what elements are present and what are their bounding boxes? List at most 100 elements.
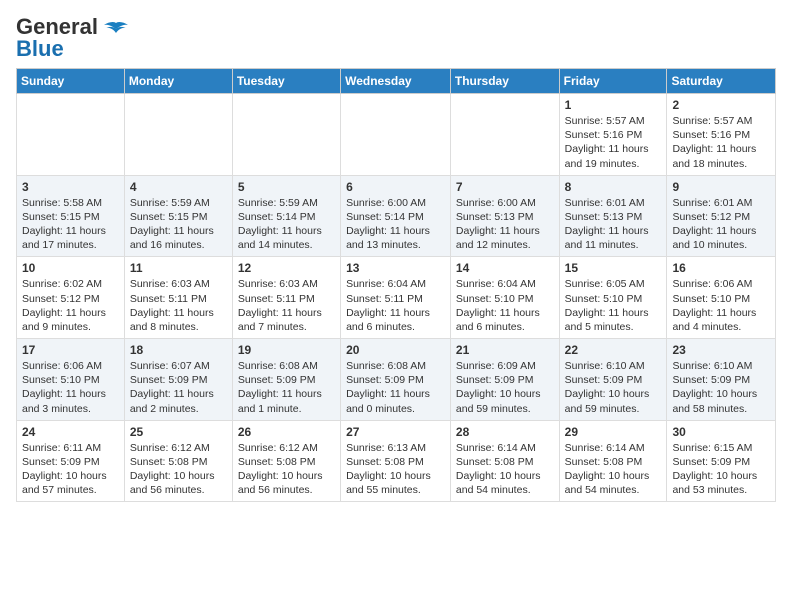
calendar-cell: 11Sunrise: 6:03 AMSunset: 5:11 PMDayligh… xyxy=(124,257,232,339)
day-number: 29 xyxy=(565,425,662,439)
daylight-text: Daylight: 11 hours and 4 minutes. xyxy=(672,306,770,334)
sunset-text: Sunset: 5:08 PM xyxy=(238,455,335,469)
sunrise-text: Sunrise: 6:08 AM xyxy=(346,359,445,373)
weekday-header-wednesday: Wednesday xyxy=(341,69,451,94)
day-number: 26 xyxy=(238,425,335,439)
day-number: 22 xyxy=(565,343,662,357)
daylight-text: Daylight: 10 hours and 58 minutes. xyxy=(672,387,770,415)
daylight-text: Daylight: 11 hours and 5 minutes. xyxy=(565,306,662,334)
sunset-text: Sunset: 5:08 PM xyxy=(130,455,227,469)
sunrise-text: Sunrise: 6:06 AM xyxy=(672,277,770,291)
calendar-cell xyxy=(232,94,340,176)
calendar-cell: 25 Sunrise: 6:12 AMSunset: 5:08 PMDayligh… xyxy=(124,420,232,502)
daylight-text: Daylight: 11 hours and 19 minutes. xyxy=(565,142,662,170)
sunrise-text: Sunrise: 5:59 AM xyxy=(238,196,335,210)
day-number: 1 xyxy=(565,98,662,112)
calendar-cell xyxy=(124,94,232,176)
daylight-text: Daylight: 11 hours and 6 minutes. xyxy=(456,306,554,334)
calendar-cell: 18Sunrise: 6:07 AMSunset: 5:09 PMDayligh… xyxy=(124,339,232,421)
calendar-cell: 21Sunrise: 6:09 AMSunset: 5:09 PMDayligh… xyxy=(450,339,559,421)
daylight-text: Daylight: 11 hours and 13 minutes. xyxy=(346,224,445,252)
calendar-cell: 27 Sunrise: 6:13 AMSunset: 5:08 PMDayligh… xyxy=(341,420,451,502)
sunrise-text: Sunrise: 6:11 AM xyxy=(22,441,119,455)
week-row-1: 1Sunrise: 5:57 AMSunset: 5:16 PMDaylight… xyxy=(17,94,776,176)
calendar-cell: 28Sunrise: 6:14 AMSunset: 5:08 PMDayligh… xyxy=(450,420,559,502)
weekday-header-monday: Monday xyxy=(124,69,232,94)
sunset-text: Sunset: 5:13 PM xyxy=(456,210,554,224)
sunrise-text: Sunrise: 6:12 AM xyxy=(130,441,227,455)
sunset-text: Sunset: 5:08 PM xyxy=(346,455,445,469)
sunrise-text: Sunrise: 6:01 AM xyxy=(672,196,770,210)
sunset-text: Sunset: 5:11 PM xyxy=(346,292,445,306)
day-number: 27 xyxy=(346,425,445,439)
day-number: 2 xyxy=(672,98,770,112)
day-number: 24 xyxy=(22,425,119,439)
daylight-text: Daylight: 11 hours and 16 minutes. xyxy=(130,224,227,252)
sunset-text: Sunset: 5:09 PM xyxy=(565,373,662,387)
calendar-cell: 19Sunrise: 6:08 AMSunset: 5:09 PMDayligh… xyxy=(232,339,340,421)
logo-bird-icon xyxy=(102,21,130,43)
weekday-header-saturday: Saturday xyxy=(667,69,776,94)
weekday-header-friday: Friday xyxy=(559,69,667,94)
day-number: 23 xyxy=(672,343,770,357)
calendar-cell: 6Sunrise: 6:00 AMSunset: 5:14 PMDaylight… xyxy=(341,175,451,257)
sunrise-text: Sunrise: 5:59 AM xyxy=(130,196,227,210)
daylight-text: Daylight: 11 hours and 6 minutes. xyxy=(346,306,445,334)
daylight-text: Daylight: 11 hours and 18 minutes. xyxy=(672,142,770,170)
weekday-header-thursday: Thursday xyxy=(450,69,559,94)
sunset-text: Sunset: 5:10 PM xyxy=(456,292,554,306)
day-number: 13 xyxy=(346,261,445,275)
daylight-text: Daylight: 11 hours and 7 minutes. xyxy=(238,306,335,334)
calendar-cell: 17Sunrise: 6:06 AMSunset: 5:10 PMDayligh… xyxy=(17,339,125,421)
daylight-text: Daylight: 11 hours and 3 minutes. xyxy=(22,387,119,415)
sunset-text: Sunset: 5:10 PM xyxy=(565,292,662,306)
daylight-text: Daylight: 11 hours and 9 minutes. xyxy=(22,306,119,334)
sunset-text: Sunset: 5:09 PM xyxy=(672,373,770,387)
sunset-text: Sunset: 5:14 PM xyxy=(238,210,335,224)
day-number: 10 xyxy=(22,261,119,275)
sunrise-text: Sunrise: 6:04 AM xyxy=(456,277,554,291)
calendar-cell: 26Sunrise: 6:12 AMSunset: 5:08 PMDayligh… xyxy=(232,420,340,502)
day-number: 3 xyxy=(22,180,119,194)
calendar-cell xyxy=(17,94,125,176)
sunrise-text: Sunrise: 6:02 AM xyxy=(22,277,119,291)
calendar-cell: 12Sunrise: 6:03 AMSunset: 5:11 PMDayligh… xyxy=(232,257,340,339)
week-row-3: 10Sunrise: 6:02 AMSunset: 5:12 PMDayligh… xyxy=(17,257,776,339)
sunrise-text: Sunrise: 6:05 AM xyxy=(565,277,662,291)
sunrise-text: Sunrise: 6:12 AM xyxy=(238,441,335,455)
sunrise-text: Sunrise: 6:13 AM xyxy=(346,441,445,455)
daylight-text: Daylight: 11 hours and 2 minutes. xyxy=(130,387,227,415)
sunrise-text: Sunrise: 6:03 AM xyxy=(130,277,227,291)
calendar-cell: 9Sunrise: 6:01 AMSunset: 5:12 PMDaylight… xyxy=(667,175,776,257)
weekday-header-row: SundayMondayTuesdayWednesdayThursdayFrid… xyxy=(17,69,776,94)
daylight-text: Daylight: 10 hours and 54 minutes. xyxy=(565,469,662,497)
week-row-5: 24Sunrise: 6:11 AMSunset: 5:09 PMDayligh… xyxy=(17,420,776,502)
calendar-cell: 4 Sunrise: 5:59 AMSunset: 5:15 PMDaylight… xyxy=(124,175,232,257)
sunset-text: Sunset: 5:09 PM xyxy=(346,373,445,387)
sunset-text: Sunset: 5:14 PM xyxy=(346,210,445,224)
sunrise-text: Sunrise: 6:03 AM xyxy=(238,277,335,291)
sunset-text: Sunset: 5:09 PM xyxy=(238,373,335,387)
day-number: 25 xyxy=(130,425,227,439)
sunset-text: Sunset: 5:15 PM xyxy=(130,210,227,224)
sunset-text: Sunset: 5:09 PM xyxy=(130,373,227,387)
day-number: 9 xyxy=(672,180,770,194)
sunset-text: Sunset: 5:11 PM xyxy=(130,292,227,306)
sunrise-text: Sunrise: 5:58 AM xyxy=(22,196,119,210)
sunrise-text: Sunrise: 6:08 AM xyxy=(238,359,335,373)
calendar-cell: 14Sunrise: 6:04 AMSunset: 5:10 PMDayligh… xyxy=(450,257,559,339)
day-number: 8 xyxy=(565,180,662,194)
day-number: 5 xyxy=(238,180,335,194)
sunset-text: Sunset: 5:10 PM xyxy=(22,373,119,387)
sunrise-text: Sunrise: 6:06 AM xyxy=(22,359,119,373)
calendar-cell: 8Sunrise: 6:01 AMSunset: 5:13 PMDaylight… xyxy=(559,175,667,257)
sunset-text: Sunset: 5:12 PM xyxy=(672,210,770,224)
logo: GeneralBlue xyxy=(16,16,130,60)
daylight-text: Daylight: 10 hours and 56 minutes. xyxy=(130,469,227,497)
logo-text: GeneralBlue xyxy=(16,16,98,60)
daylight-text: Daylight: 10 hours and 55 minutes. xyxy=(346,469,445,497)
calendar-cell: 30Sunrise: 6:15 AMSunset: 5:09 PMDayligh… xyxy=(667,420,776,502)
calendar-cell: 23Sunrise: 6:10 AMSunset: 5:09 PMDayligh… xyxy=(667,339,776,421)
sunset-text: Sunset: 5:10 PM xyxy=(672,292,770,306)
day-number: 4 xyxy=(130,180,227,194)
